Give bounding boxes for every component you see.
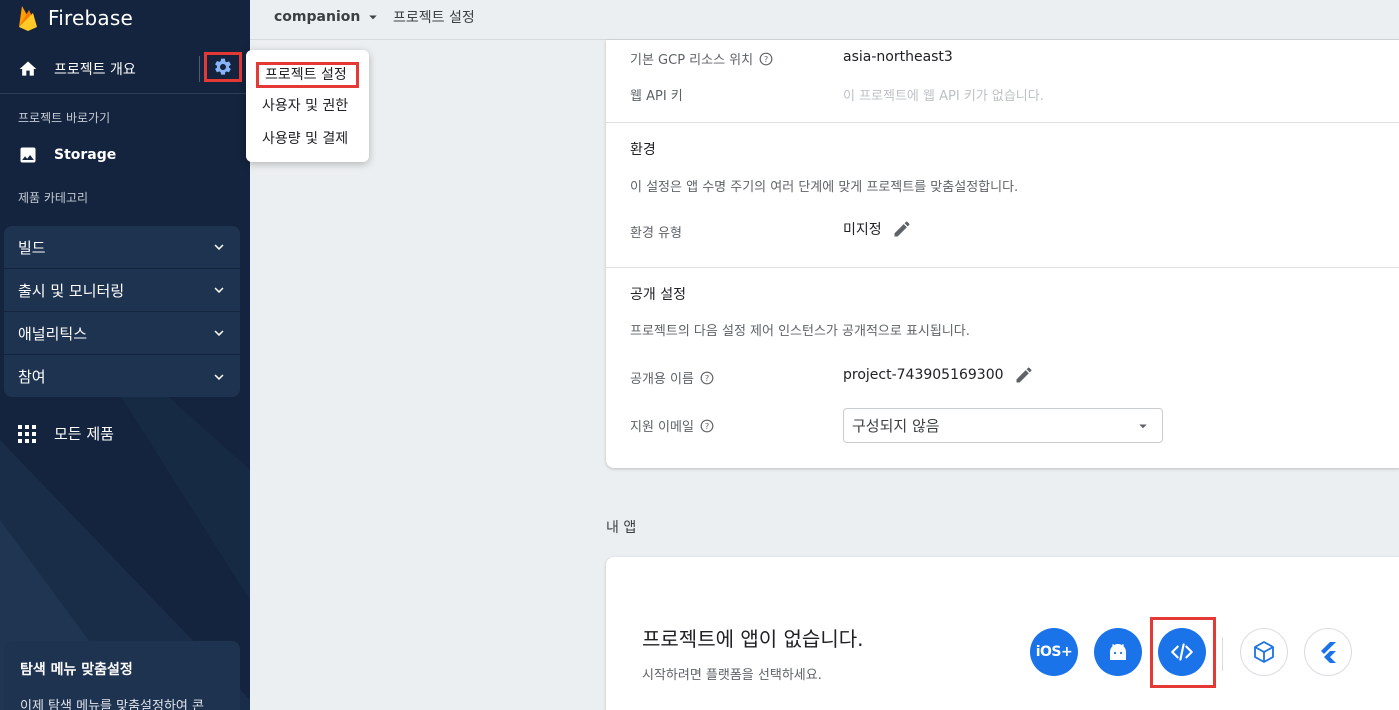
edit-environment-button[interactable]	[892, 219, 912, 239]
edit-public-name-button[interactable]	[1014, 365, 1034, 385]
home-icon[interactable]	[18, 59, 38, 79]
web-api-key-value: 이 프로젝트에 웹 API 키가 없습니다.	[843, 89, 1044, 104]
public-name-value: project-743905169300	[843, 367, 1004, 383]
project-settings-card: 기본 GCP 리소스 위치 ? asia-northeast3 웹 API 키 …	[606, 40, 1399, 468]
sidebar-item-label: 모든 제품	[54, 425, 114, 443]
chevron-down-icon	[214, 330, 224, 336]
customize-nav-promo: 탐색 메뉴 맞춤설정 이제 탐색 메뉴를 맞춤설정하여 콘	[4, 641, 240, 710]
environment-description: 이 설정은 앱 수명 주기의 여러 단계에 맞게 프로젝트를 맞춤설정합니다.	[630, 180, 1019, 195]
firebase-logo-icon	[19, 6, 37, 31]
chevron-down-icon	[214, 244, 224, 250]
category-label: 출시 및 모니터링	[18, 281, 125, 300]
environment-type-label: 환경 유형	[630, 226, 682, 241]
pencil-icon	[1016, 367, 1032, 383]
sidebar-item-analytics[interactable]: 애널리틱스	[4, 312, 240, 355]
project-overview-row: 프로젝트 개요	[0, 44, 250, 94]
support-email-label: 지원 이메일 ?	[630, 416, 714, 435]
image-icon	[20, 147, 36, 163]
gear-icon	[215, 58, 231, 75]
field-label: 공개용 이름	[630, 372, 694, 387]
svg-text:?: ?	[705, 372, 709, 382]
menu-item-project-settings[interactable]: 프로젝트 설정	[256, 62, 359, 88]
category-label: 애널리틱스	[18, 324, 88, 343]
my-apps-heading: 내 앱	[606, 520, 637, 536]
project-settings-button[interactable]	[204, 52, 242, 82]
category-label: 참여	[18, 368, 46, 386]
selected-value: 구성되지 않음	[852, 417, 940, 435]
apps-grid-icon	[18, 424, 36, 443]
public-name-label: 공개용 이름 ?	[630, 368, 714, 387]
menu-item-usage-billing[interactable]: 사용량 및 결제	[246, 128, 369, 161]
my-apps-card: 프로젝트에 앱이 없습니다. 시작하려면 플랫폼을 선택하세요. iOS+	[606, 557, 1399, 710]
help-icon[interactable]: ?	[700, 371, 714, 385]
public-settings-description: 프로젝트의 다음 설정 제어 인스턴스가 공개적으로 표시됩니다.	[630, 324, 970, 339]
category-list: 빌드 출시 및 모니터링 애널리틱스 참여	[4, 226, 240, 397]
project-selector[interactable]: companion	[274, 8, 382, 26]
web-app-highlight	[1150, 617, 1216, 688]
help-icon[interactable]: ?	[700, 419, 714, 433]
help-icon[interactable]: ?	[759, 52, 773, 66]
caret-down-icon	[369, 15, 378, 20]
ios-icon: iOS+	[1035, 644, 1073, 660]
sidebar-item-build[interactable]: 빌드	[4, 226, 240, 269]
unity-icon	[1254, 641, 1274, 663]
add-ios-app-button[interactable]: iOS+	[1030, 628, 1078, 676]
caret-down-icon	[1139, 424, 1147, 428]
no-apps-title: 프로젝트에 앱이 없습니다.	[642, 627, 864, 651]
sidebar-item-release-monitor[interactable]: 출시 및 모니터링	[4, 269, 240, 312]
add-flutter-app-button[interactable]	[1304, 628, 1352, 676]
svg-text:?: ?	[764, 53, 768, 63]
sidebar-item-label: Storage	[54, 147, 117, 163]
field-label: 기본 GCP 리소스 위치	[630, 53, 754, 68]
promo-title: 탐색 메뉴 맞춤설정	[20, 662, 133, 678]
divider	[606, 122, 1399, 123]
gcp-location-value: asia-northeast3	[843, 49, 953, 65]
web-api-key-label: 웹 API 키	[630, 89, 683, 104]
public-name-row: project-743905169300	[843, 365, 1034, 385]
no-apps-subtitle: 시작하려면 플랫폼을 선택하세요.	[642, 668, 822, 683]
project-overview-link[interactable]: 프로젝트 개요	[54, 59, 136, 79]
divider	[1222, 637, 1223, 671]
gcp-location-label: 기본 GCP 리소스 위치 ?	[630, 49, 773, 68]
breadcrumb: 프로젝트 설정	[393, 10, 475, 26]
flutter-icon	[1321, 642, 1336, 663]
category-label: 빌드	[18, 238, 46, 257]
sidebar-item-all-products[interactable]: 모든 제품	[18, 423, 114, 444]
chevron-down-icon	[214, 287, 224, 293]
chevron-down-icon	[214, 373, 224, 380]
environment-type-row: 미지정	[843, 219, 912, 239]
support-email-select[interactable]: 구성되지 않음	[843, 408, 1163, 443]
divider	[199, 56, 200, 82]
divider	[606, 267, 1399, 268]
top-bar: companion 프로젝트 설정	[250, 0, 1399, 40]
firebase-brand[interactable]: Firebase	[18, 4, 133, 32]
sidebar: Firebase 프로젝트 개요 프로젝트 바로가기 Storage 제품 카테…	[0, 0, 250, 710]
sidebar-item-storage[interactable]: Storage	[18, 145, 116, 165]
project-settings-menu: 프로젝트 설정 사용자 및 권한 사용량 및 결제	[246, 50, 369, 162]
shortcuts-section-label: 프로젝트 바로가기	[18, 111, 111, 125]
brand-name: Firebase	[48, 6, 133, 30]
add-unity-app-button[interactable]	[1240, 628, 1288, 676]
android-icon	[1110, 644, 1126, 660]
add-android-app-button[interactable]	[1094, 628, 1142, 676]
svg-text:?: ?	[705, 420, 709, 430]
environment-heading: 환경	[630, 142, 656, 158]
public-settings-heading: 공개 설정	[630, 287, 686, 303]
environment-type-value: 미지정	[843, 222, 882, 238]
promo-text: 이제 탐색 메뉴를 맞춤설정하여 콘	[20, 699, 204, 710]
categories-section-label: 제품 카테고리	[18, 191, 89, 205]
sidebar-item-engage[interactable]: 참여	[4, 355, 240, 397]
menu-item-users-permissions[interactable]: 사용자 및 권한	[246, 95, 369, 128]
pencil-icon	[894, 221, 910, 237]
field-label: 지원 이메일	[630, 420, 694, 435]
project-name: companion	[274, 9, 361, 25]
